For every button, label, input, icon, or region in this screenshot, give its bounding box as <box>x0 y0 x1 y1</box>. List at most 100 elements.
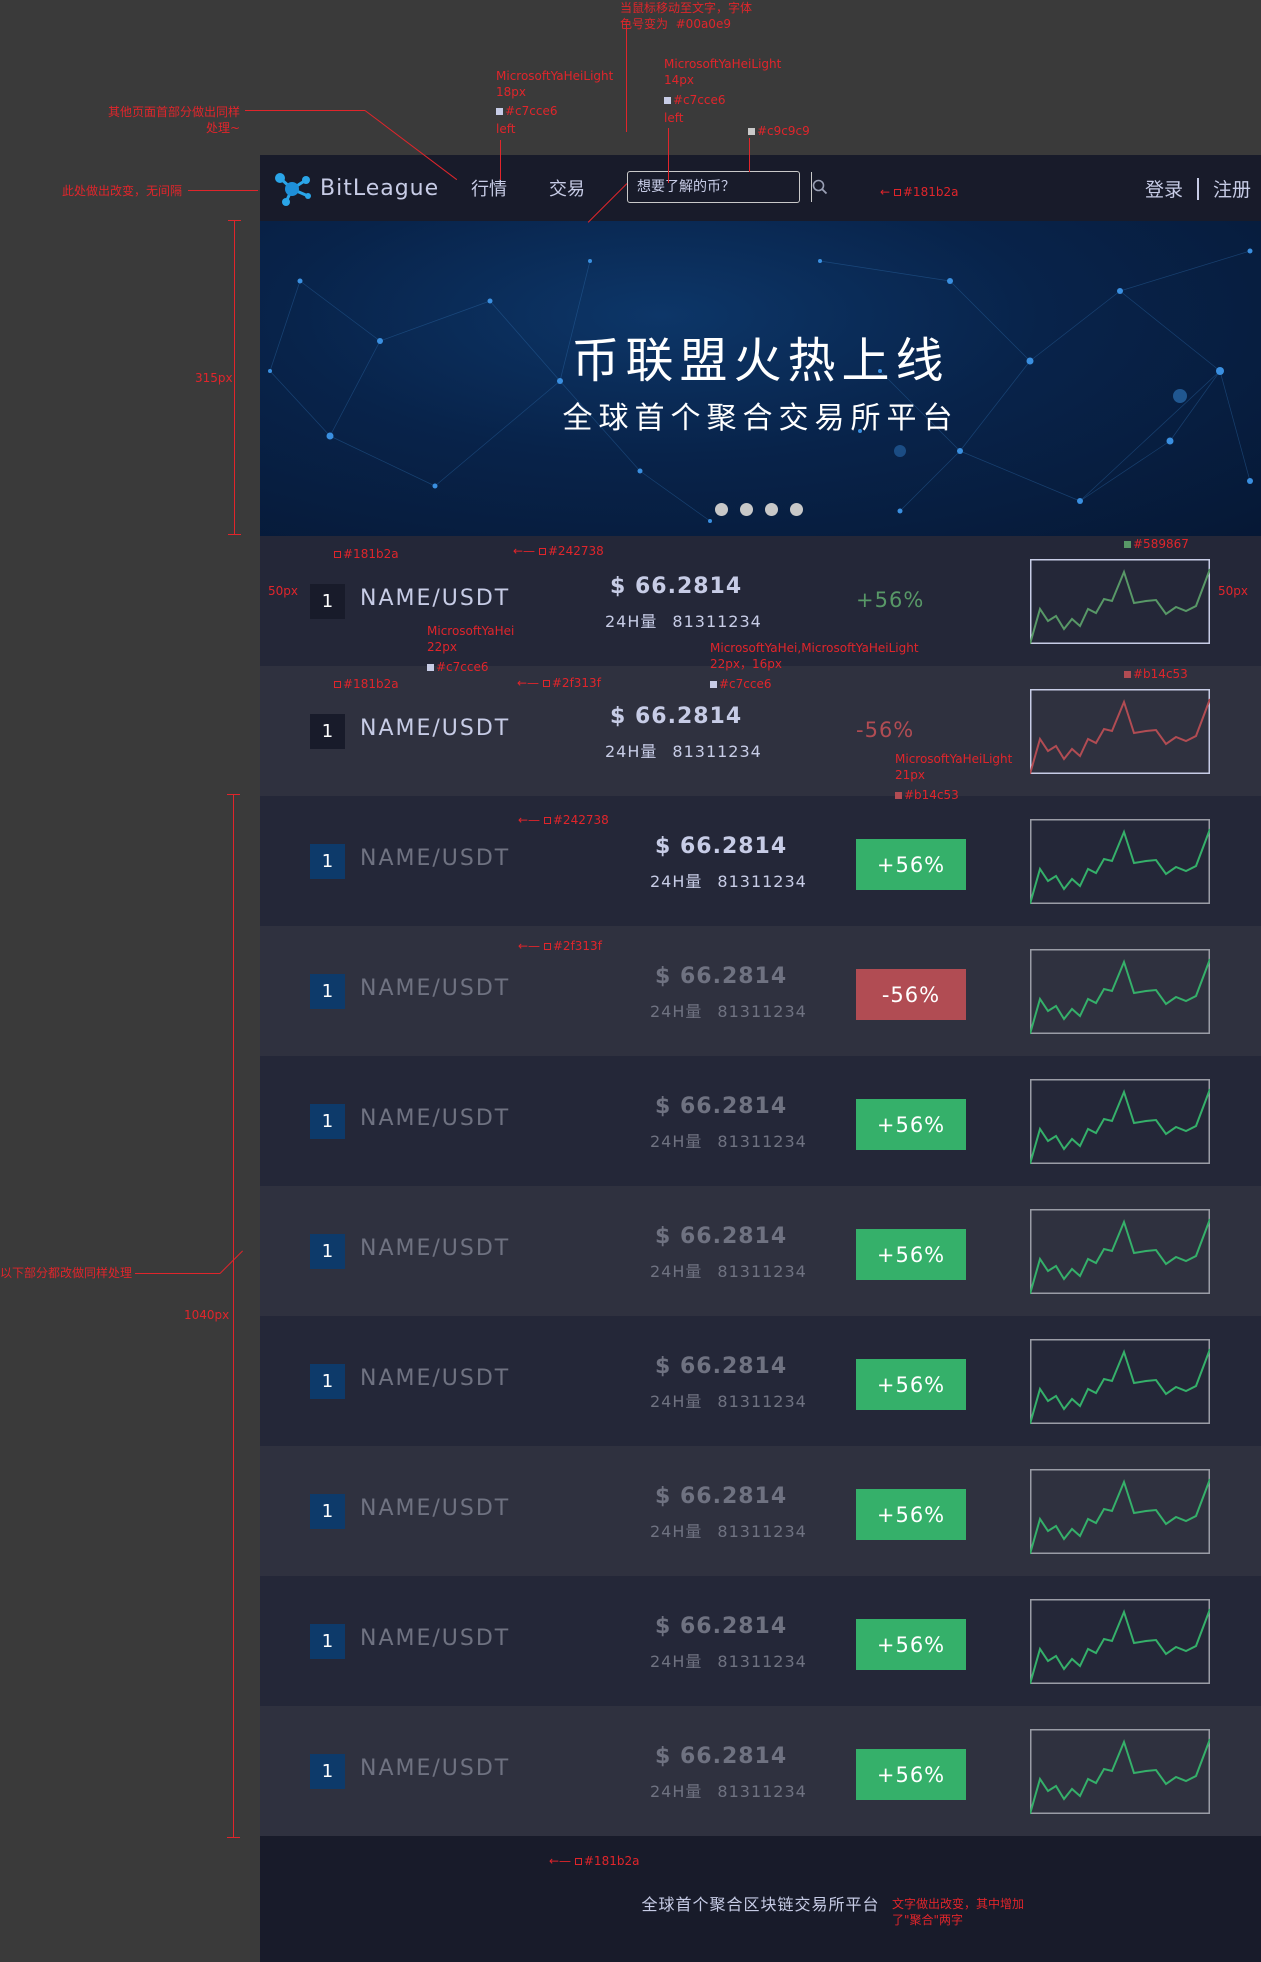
volume-label: 24H量 <box>650 1002 703 1021</box>
pair-name[interactable]: NAME/USDT <box>360 586 510 611</box>
pair-name[interactable]: NAME/USDT <box>360 1106 510 1131</box>
sparkline-frame <box>1030 1079 1210 1164</box>
sparkline-chart[interactable] <box>1030 689 1210 774</box>
carousel-dot[interactable] <box>790 503 803 516</box>
search-button[interactable] <box>811 172 828 202</box>
sparkline-chart[interactable] <box>1030 559 1210 644</box>
change-percent: +56% <box>856 839 966 890</box>
change-percent: +56% <box>856 1229 966 1280</box>
carousel-dot[interactable] <box>715 503 728 516</box>
market-row[interactable]: 1 NAME/USDT $ 66.2814 24H量 81311234 +56% <box>260 1576 1261 1706</box>
register-link[interactable]: 注册 <box>1213 175 1251 202</box>
rank-badge: 1 <box>310 584 345 619</box>
price: $ 66.2814 <box>655 1744 788 1769</box>
volume-value: 81311234 <box>672 612 762 631</box>
sparkline-chart[interactable] <box>1030 1729 1210 1814</box>
sparkline-chart[interactable] <box>1030 949 1210 1034</box>
market-row[interactable]: 1 NAME/USDT $ 66.2814 24H量 81311234 +56% <box>260 1186 1261 1316</box>
annotation-row1-bg: ←— #242738 <box>513 544 604 558</box>
volume: 24H量 81311234 <box>650 1258 807 1282</box>
market-row[interactable]: 1 NAME/USDT $ 66.2814 24H量 81311234 -56% <box>260 926 1261 1056</box>
sparkline-chart[interactable] <box>1030 1079 1210 1164</box>
pair-name[interactable]: NAME/USDT <box>360 716 510 741</box>
sparkline-line <box>1030 1218 1210 1294</box>
rank-badge: 1 <box>310 1234 345 1269</box>
rank-badge: 1 <box>310 974 345 1009</box>
change-percent: +56% <box>856 1749 966 1800</box>
annotation-chg-color: #b14c53 <box>895 787 959 803</box>
market-row[interactable]: 1 NAME/USDT $ 66.2814 24H量 81311234 +56% <box>260 1056 1261 1186</box>
pair-name[interactable]: NAME/USDT <box>360 846 510 871</box>
volume-value: 81311234 <box>717 1652 807 1671</box>
annotation-line <box>749 138 750 172</box>
sparkline-frame <box>1030 949 1210 1034</box>
annotation-footer-note: 文字做出改变，其中增加 了"聚合"两字 <box>892 1897 1025 1927</box>
volume: 24H量 81311234 <box>650 868 807 892</box>
price: $ 66.2814 <box>655 1094 788 1119</box>
annotation-search-color: #c7cce6 <box>664 92 726 108</box>
market-row[interactable]: 1 NAME/USDT $ 66.2814 24H量 81311234 +56% <box>260 1446 1261 1576</box>
search-input[interactable] <box>628 172 811 202</box>
logo[interactable]: BitLeague <box>272 169 439 207</box>
volume: 24H量 81311234 <box>605 738 762 762</box>
logo-icon <box>275 173 311 206</box>
footer-text: 全球首个聚合区块链交易所平台 <box>641 1895 880 1914</box>
price: $ 66.2814 <box>655 1614 788 1639</box>
sparkline-frame <box>1030 1599 1210 1684</box>
annotation-hover: 当鼠标移动至文字，字体 色号变为 #00a0e9 <box>620 1 753 31</box>
sparkline-chart[interactable] <box>1030 1599 1210 1684</box>
volume-label: 24H量 <box>605 742 658 761</box>
pair-name[interactable]: NAME/USDT <box>360 1496 510 1521</box>
pair-name[interactable]: NAME/USDT <box>360 1366 510 1391</box>
volume: 24H量 81311234 <box>650 998 807 1022</box>
market-row[interactable]: 1 NAME/USDT $ 66.2814 24H量 81311234 +56% <box>260 1316 1261 1446</box>
change-percent: +56% <box>856 588 925 612</box>
sparkline-chart[interactable] <box>1030 1469 1210 1554</box>
pair-name[interactable]: NAME/USDT <box>360 976 510 1001</box>
annotation-line <box>135 1273 220 1274</box>
sparkline-frame <box>1030 1209 1210 1294</box>
site: BitLeague 行情 交易 登录 注册 <box>260 155 1261 1962</box>
annotation-50-right: 50px <box>1218 584 1248 598</box>
price: $ 66.2814 <box>655 1224 788 1249</box>
login-link[interactable]: 登录 <box>1145 175 1183 202</box>
volume-label: 24H量 <box>650 1262 703 1281</box>
pair-name[interactable]: NAME/USDT <box>360 1626 510 1651</box>
sparkline-frame <box>1030 1339 1210 1424</box>
sparkline-line <box>1030 958 1210 1034</box>
sparkline-line <box>1030 1088 1210 1164</box>
banner-subtitle: 全球首个聚合交易所平台 <box>562 401 959 436</box>
nav-item-trade[interactable]: 交易 <box>549 175 585 201</box>
sparkline-chart[interactable] <box>1030 1339 1210 1424</box>
pair-name[interactable]: NAME/USDT <box>360 1756 510 1781</box>
hero-banner[interactable]: 币联盟火热上线 全球首个聚合交易所平台 <box>260 221 1261 536</box>
nav-item-market[interactable]: 行情 <box>471 175 507 201</box>
carousel-dot[interactable] <box>740 503 753 516</box>
annotation-line <box>228 534 241 535</box>
annotation-line <box>227 794 240 795</box>
change-percent: -56% <box>856 718 915 742</box>
annotation-row2-bg: ←— #2f313f <box>517 676 601 690</box>
sparkline-frame <box>1030 559 1210 644</box>
annotation-pair-font: MicrosoftYaHei 22px <box>427 624 515 654</box>
rank-badge: 1 <box>310 1624 345 1659</box>
auth-divider <box>1196 177 1199 200</box>
sparkline-chart[interactable] <box>1030 1209 1210 1294</box>
volume-value: 81311234 <box>672 742 762 761</box>
logo-text: BitLeague <box>320 175 440 201</box>
footer: 全球首个聚合区块链交易所平台 <box>260 1836 1261 1962</box>
pair-name[interactable]: NAME/USDT <box>360 1236 510 1261</box>
price: $ 66.2814 <box>610 574 743 599</box>
market-row[interactable]: 1 NAME/USDT $ 66.2814 24H量 81311234 +56% <box>260 1706 1261 1836</box>
annotation-search-align: left <box>664 111 684 125</box>
annotation-line <box>245 110 365 111</box>
sparkline-line <box>1030 1608 1210 1684</box>
rank-badge: 1 <box>310 1364 345 1399</box>
sparkline-chart[interactable] <box>1030 819 1210 904</box>
price: $ 66.2814 <box>655 834 788 859</box>
carousel-dot[interactable] <box>765 503 778 516</box>
sparkline-frame <box>1030 1469 1210 1554</box>
volume: 24H量 81311234 <box>650 1128 807 1152</box>
annotation-line <box>668 128 669 183</box>
market-row[interactable]: 1 NAME/USDT $ 66.2814 24H量 81311234 +56% <box>260 796 1261 926</box>
